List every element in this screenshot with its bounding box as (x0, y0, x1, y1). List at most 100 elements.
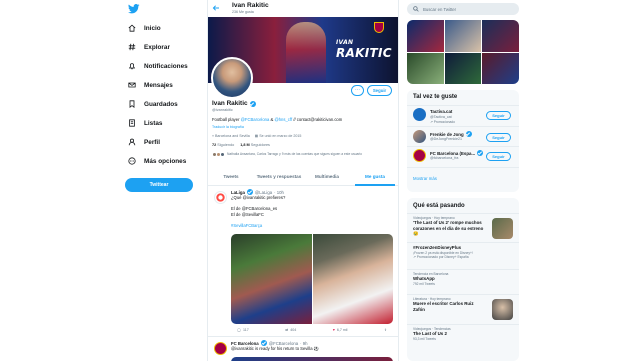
suggestion-handle: @Tactiva_cat (430, 115, 452, 119)
profile-stats: 72 Siguiendo 1,8 M Seguidores (212, 143, 270, 147)
following-count: 72 (212, 143, 217, 147)
trend-item[interactable]: Videojuegos · Tendencias The Last of Us … (413, 327, 513, 341)
translate-bio-link[interactable]: Traducir la biografía (212, 125, 244, 129)
photo-thumb[interactable] (407, 20, 444, 52)
who-to-follow-title: Tal vez te guste (413, 94, 458, 100)
search-bar[interactable]: Buscar en Twitter (407, 3, 519, 15)
profile-meta: ⌖ Barcelona and Sevilla ▦ Se unió en mar… (212, 134, 301, 138)
trend-item[interactable]: Literatura · Hoy temprano Muere el escri… (413, 297, 513, 320)
tweet-line: ¿Qué @ivanrakitic prefieres? (231, 195, 286, 200)
tweet-time[interactable]: · 10h (274, 190, 284, 195)
nav-item-more[interactable]: Más opciones (128, 157, 186, 165)
trend-tweet-count: 93,3 mil Tweets (413, 336, 436, 341)
profile-avatar[interactable] (211, 57, 253, 99)
trend-item[interactable]: #Frozen2enDisneyPlus ¡Frozen 2 ya está d… (413, 245, 513, 259)
more-options-button[interactable]: ··· (351, 85, 364, 96)
show-more-link[interactable]: Mostrar más (413, 176, 437, 181)
followers-you-know[interactable]: Nathalia Ansantara, Carlos Tarrago y 9 m… (212, 152, 390, 157)
suggestion-handle: @fcbarcelona_fra (430, 156, 459, 160)
profile-handle: @ivanrakitic (212, 108, 233, 112)
trends-card: Qué está pasando Videojuegos · Hoy tempr… (407, 198, 519, 361)
nav-item-bookmarks[interactable]: Guardados (128, 100, 178, 108)
nav-item-label: Inicio (144, 24, 161, 32)
bio-link-hns[interactable]: @hns_cff (274, 117, 292, 122)
tweet-handle[interactable]: @LaLiga (255, 190, 272, 195)
banner-last-name: RAKITIC (336, 46, 392, 60)
nav-item-label: Guardados (144, 100, 178, 108)
avatar[interactable] (413, 149, 426, 162)
nav-item-profile[interactable]: Perfil (128, 138, 160, 146)
follow-button[interactable]: Seguir (486, 133, 511, 142)
more-icon (128, 157, 136, 165)
following-label: Siguiendo (217, 143, 235, 147)
nav-item-explore[interactable]: Explorar (128, 43, 170, 51)
hashtag-icon (128, 43, 136, 51)
photo-thumb[interactable] (444, 20, 482, 52)
nav-item-notifications[interactable]: Notificaciones (128, 62, 188, 70)
search-icon (413, 6, 419, 12)
divider (407, 242, 519, 243)
share-action[interactable]: ⇪ (384, 328, 387, 332)
promoted-text: Promocionado por Disney+ España (416, 254, 469, 259)
like-action[interactable]: ♥ 6,7 mil (333, 328, 348, 332)
bio-link-fcbarcelona[interactable]: @FCBarcelona (241, 117, 270, 122)
divider (407, 213, 519, 214)
photo-thumb[interactable] (482, 20, 519, 52)
nav-item-messages[interactable]: Mensajes (128, 81, 173, 89)
trend-thumbnail (492, 218, 513, 239)
divider (407, 269, 519, 270)
profile-tabs: Tweets Tweets y respuestas Multimedia Me… (207, 168, 399, 186)
tab-likes[interactable]: Me gusta (351, 168, 399, 186)
suggestion-row[interactable]: Tactiva.cat @Tactiva_cat ↗ Promocionado … (413, 108, 517, 126)
verified-icon (465, 131, 472, 137)
tweet-button[interactable]: Twittear (125, 178, 193, 192)
back-arrow-icon[interactable] (212, 5, 220, 11)
tweet-time[interactable]: · 9h (300, 341, 307, 346)
avatar[interactable] (413, 108, 426, 121)
laliga-avatar[interactable] (214, 191, 227, 204)
photo-thumb[interactable] (482, 52, 519, 84)
retweet-count: 404 (290, 328, 297, 332)
suggestion-row[interactable]: FC Barcelona (Espa... @fcbarcelona_fra S… (413, 149, 517, 167)
tab-tweets[interactable]: Tweets (207, 168, 255, 185)
twitter-bird-icon[interactable] (128, 4, 140, 14)
followers-link[interactable]: 1,8 M Seguidores (240, 143, 270, 147)
tweet-author[interactable]: FC Barcelona (231, 341, 259, 346)
follow-button[interactable]: Seguir (486, 111, 511, 120)
tab-media[interactable]: Multimedia (303, 168, 351, 185)
tweet-media-image[interactable] (231, 234, 393, 324)
location-text: Barcelona and Sevilla (215, 134, 250, 138)
profile-name-text: Ivan Rakitic (212, 100, 248, 107)
who-to-follow-card: Tal vez te guste Tactiva.cat @Tactiva_ca… (407, 90, 519, 192)
follow-button[interactable]: Seguir (367, 85, 392, 96)
like-count: 6,7 mil (336, 328, 348, 332)
photo-thumb[interactable] (407, 52, 444, 84)
divider (407, 126, 519, 127)
envelope-icon (128, 82, 136, 88)
suggestion-name: Tactiva.cat (430, 109, 452, 114)
photo-thumb[interactable] (444, 52, 482, 84)
tweet-hashtag[interactable]: #SevillaFCBarça (231, 223, 262, 229)
divider (407, 146, 519, 147)
followers-count: 1,8 M (240, 143, 250, 147)
nav-item-lists[interactable]: Listas (128, 119, 162, 127)
tweet-media-image-2[interactable] (231, 357, 393, 361)
trend-item[interactable]: Videojuegos · Hoy temprano 'The Last of … (413, 216, 513, 239)
reply-action[interactable]: ◯ 117 (237, 328, 249, 332)
avatar[interactable] (413, 130, 426, 143)
search-input[interactable]: Buscar en Twitter (423, 7, 456, 12)
media-photo-sevilla (312, 234, 393, 324)
banner-text: IVAN RAKITIC (336, 39, 392, 60)
retweet-action[interactable]: ⇄ 404 (285, 328, 296, 332)
tweet-author[interactable]: LaLiga (231, 190, 245, 195)
following-link[interactable]: 72 Siguiendo (212, 143, 234, 147)
location-pin-icon: ⌖ (212, 134, 215, 138)
tab-tweets-replies[interactable]: Tweets y respuestas (255, 168, 303, 185)
nav-item-home[interactable]: Inicio (128, 24, 161, 32)
fcbarcelona-avatar[interactable] (214, 342, 227, 355)
follow-button[interactable]: Seguir (486, 152, 511, 161)
trend-item[interactable]: Tendencia en Barcelona WhatsApp 792 mil … (413, 272, 513, 286)
tweet-handle[interactable]: @FCBarcelona (269, 341, 298, 346)
nav-item-label: Perfil (144, 138, 160, 146)
trend-thumbnail (492, 299, 513, 320)
